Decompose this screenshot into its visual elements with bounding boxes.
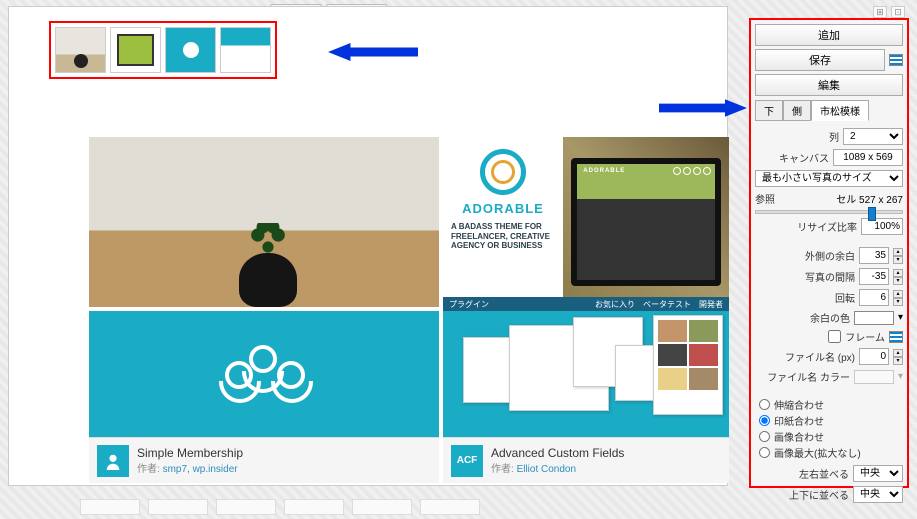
thumb-1[interactable]	[55, 27, 106, 73]
annotation-arrow-left-icon	[324, 43, 422, 61]
adorable-title: ADORABLE	[462, 201, 544, 216]
plugin-link-dev[interactable]: 開発者	[699, 299, 723, 310]
radio-image[interactable]: 画像合わせ	[759, 429, 899, 444]
collage-preview: ADORABLE A BADASS THEME FOR FREELANCER, …	[89, 137, 729, 477]
thumbnail-strip	[49, 21, 277, 79]
plugin-link-beta[interactable]: ベータテスト	[643, 299, 691, 310]
photo-gap-spinner[interactable]: ▴▾	[893, 269, 903, 285]
outer-margin-spinner[interactable]: ▴▾	[893, 248, 903, 264]
card2-by-label: 作者:	[491, 464, 514, 475]
card-footer-simple: Simple Membership 作者: smp7, wp.insider	[89, 437, 439, 483]
filename-color-well	[854, 370, 894, 384]
canvas-size-field[interactable]	[833, 149, 903, 166]
photo-gap-field[interactable]	[859, 268, 889, 285]
acf-icon: ACF	[451, 445, 483, 477]
card1-author-link[interactable]: smp7, wp.insider	[163, 464, 238, 475]
valign-select[interactable]: 中央	[853, 486, 903, 503]
card2-title: Advanced Custom Fields	[491, 446, 624, 460]
fit-mode-radios: 伸縮合わせ 印紙合わせ 画像合わせ 画像最大(拡大なし)	[755, 395, 903, 462]
save-button[interactable]: 保存	[755, 49, 885, 71]
radio-max[interactable]: 画像最大(拡大なし)	[759, 445, 899, 460]
card-footer-acf: ACF Advanced Custom Fields 作者: Elliot Co…	[443, 437, 729, 483]
thumb-2[interactable]	[110, 27, 161, 73]
plugin-link-fav[interactable]: お気に入り	[595, 299, 635, 310]
cols-select[interactable]: 2	[843, 128, 903, 145]
lbl-valign: 上下に並べる	[789, 487, 849, 502]
layout-toggle-icon[interactable]: ⊞	[873, 6, 887, 18]
adorable-tagline: A BADASS THEME FOR FREELANCER, CREATIVE …	[451, 222, 555, 251]
frame-checkbox[interactable]	[828, 330, 841, 343]
add-button[interactable]: 追加	[755, 24, 903, 46]
ref-value: セル 527 x 267	[779, 191, 903, 206]
settings-panel: 追加 保存 編集 下 側 市松模様 列2 キャンバス 最も小さい写真のサイズ 参…	[749, 18, 909, 488]
smallest-photo-select[interactable]: 最も小さい写真のサイズ	[755, 170, 903, 187]
radio-print[interactable]: 印紙合わせ	[759, 413, 899, 428]
window-controls: ⊞ ⊡	[873, 6, 905, 18]
card1-by-label: 作者:	[137, 464, 160, 475]
lbl-canvas: キャンバス	[779, 150, 829, 165]
thumb-4[interactable]	[220, 27, 271, 73]
filename-px-field[interactable]	[859, 348, 889, 365]
margin-color-well[interactable]	[854, 311, 894, 325]
plugin-bar-title: プラグイン	[449, 299, 489, 310]
plugin-bar: プラグイン お気に入り ベータテスト 開発者	[443, 297, 729, 311]
collage-image-plant[interactable]	[89, 137, 439, 307]
people-group-icon	[219, 349, 309, 409]
lbl-ref: 参照	[755, 191, 775, 206]
collage-image-adorable[interactable]: ADORABLE A BADASS THEME FOR FREELANCER, …	[443, 137, 729, 307]
tab-checker[interactable]: 市松模様	[811, 100, 869, 121]
lbl-margin-color: 余白の色	[810, 310, 850, 325]
annotation-arrow-right-icon	[659, 99, 747, 117]
simple-membership-icon	[97, 445, 129, 477]
lbl-resize: リサイズ比率	[797, 219, 857, 234]
lbl-cols: 列	[829, 129, 839, 144]
bottom-strip	[80, 499, 747, 515]
save-options-icon[interactable]	[889, 54, 903, 66]
canvas: ADORABLE A BADASS THEME FOR FREELANCER, …	[8, 6, 728, 486]
tab-bottom[interactable]: 下	[755, 100, 783, 121]
outer-margin-field[interactable]	[859, 247, 889, 264]
tab-side[interactable]: 側	[783, 100, 811, 121]
lbl-outer-margin: 外側の余白	[805, 248, 855, 263]
lbl-photo-gap: 写真の間隔	[805, 269, 855, 284]
ref-slider[interactable]	[755, 210, 903, 214]
lbl-halign: 左右並べる	[799, 466, 849, 481]
adorable-logo-icon	[480, 149, 526, 195]
lbl-rotate: 回転	[835, 290, 855, 305]
lbl-filename-color: ファイル名 カラー	[767, 369, 850, 384]
margin-color-dropdown-icon[interactable]: ▾	[898, 312, 903, 323]
filename-color-dropdown-icon: ▾	[898, 371, 903, 382]
halign-select[interactable]: 中央	[853, 465, 903, 482]
edit-button[interactable]: 編集	[755, 74, 903, 96]
rotate-spinner[interactable]: ▴▾	[893, 290, 903, 306]
layout-toggle2-icon[interactable]: ⊡	[891, 6, 905, 18]
frame-options-icon[interactable]	[889, 331, 903, 343]
rotate-field[interactable]	[859, 289, 889, 306]
card1-title: Simple Membership	[137, 446, 243, 460]
lbl-frame: フレーム	[845, 329, 885, 344]
layout-tabs: 下 側 市松模様	[755, 100, 903, 121]
card2-author-link[interactable]: Elliot Condon	[517, 464, 576, 475]
lbl-filename-px: ファイル名 (px)	[785, 349, 855, 364]
filename-px-spinner[interactable]: ▴▾	[893, 349, 903, 365]
radio-stretch[interactable]: 伸縮合わせ	[759, 397, 899, 412]
thumb-3[interactable]	[165, 27, 216, 73]
